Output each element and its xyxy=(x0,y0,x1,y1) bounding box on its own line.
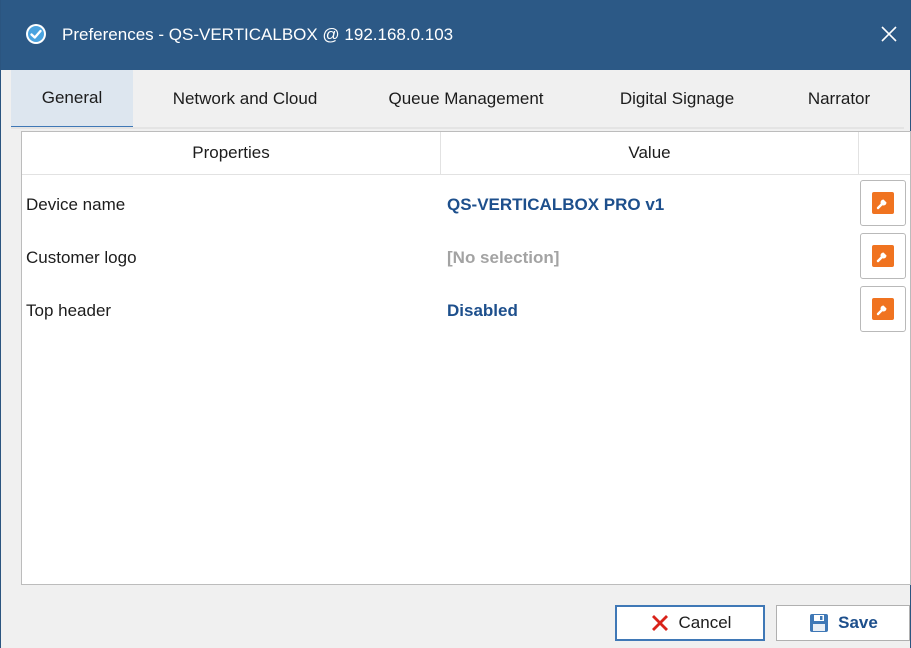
cancel-label: Cancel xyxy=(678,613,732,632)
grid-header: Properties Value xyxy=(22,132,910,175)
property-value: [No selection] xyxy=(447,247,560,267)
edit-top-header-button[interactable] xyxy=(860,286,906,332)
table-row[interactable]: Device name QS-VERTICALBOX PRO v1 xyxy=(22,178,910,231)
tab-network-and-cloud[interactable]: Network and Cloud xyxy=(139,70,351,127)
tab-general[interactable]: General xyxy=(11,70,133,129)
property-name: Customer logo xyxy=(26,247,137,267)
red-x-icon xyxy=(651,615,668,631)
wrench-icon xyxy=(872,298,894,320)
check-badge-icon xyxy=(25,23,47,45)
table-row[interactable]: Customer logo [No selection] xyxy=(22,231,910,284)
properties-grid: Properties Value Device name QS-VERTICAL… xyxy=(21,131,911,585)
tab-label: General xyxy=(41,88,103,107)
property-value: Disabled xyxy=(447,300,518,320)
close-icon xyxy=(881,26,897,42)
property-name: Top header xyxy=(26,300,112,320)
table-row[interactable]: Top header Disabled xyxy=(22,284,910,337)
cancel-button[interactable]: Cancel xyxy=(615,605,765,641)
tab-digital-signage[interactable]: Digital Signage xyxy=(585,70,769,127)
column-header-properties[interactable]: Properties xyxy=(22,132,440,174)
tab-label: Narrator xyxy=(807,88,871,108)
title-bar: Preferences - QS-VERTICALBOX @ 192.168.0… xyxy=(1,0,910,70)
wrench-icon xyxy=(872,245,894,267)
column-separator xyxy=(858,132,859,174)
edit-device-name-button[interactable] xyxy=(860,180,906,226)
close-button[interactable] xyxy=(874,17,904,51)
wrench-icon xyxy=(872,192,894,214)
property-name: Device name xyxy=(26,194,126,214)
edit-customer-logo-button[interactable] xyxy=(860,233,906,279)
preferences-window: Preferences - QS-VERTICALBOX @ 192.168.0… xyxy=(0,0,911,648)
floppy-disk-icon xyxy=(810,614,829,632)
tab-queue-management[interactable]: Queue Management xyxy=(363,70,569,127)
save-label: Save xyxy=(838,613,878,632)
tab-label: Digital Signage xyxy=(619,88,735,108)
window-title: Preferences - QS-VERTICALBOX @ 192.168.0… xyxy=(62,25,454,44)
tab-label: Network and Cloud xyxy=(172,88,318,108)
tab-bar: General Network and Cloud Queue Manageme… xyxy=(11,70,904,129)
tab-divider xyxy=(11,127,904,129)
column-header-value[interactable]: Value xyxy=(441,132,858,174)
save-button[interactable]: Save xyxy=(776,605,910,641)
property-value: QS-VERTICALBOX PRO v1 xyxy=(447,194,665,214)
tab-narrator[interactable]: Narrator xyxy=(779,70,899,127)
tab-label: Queue Management xyxy=(388,88,544,108)
